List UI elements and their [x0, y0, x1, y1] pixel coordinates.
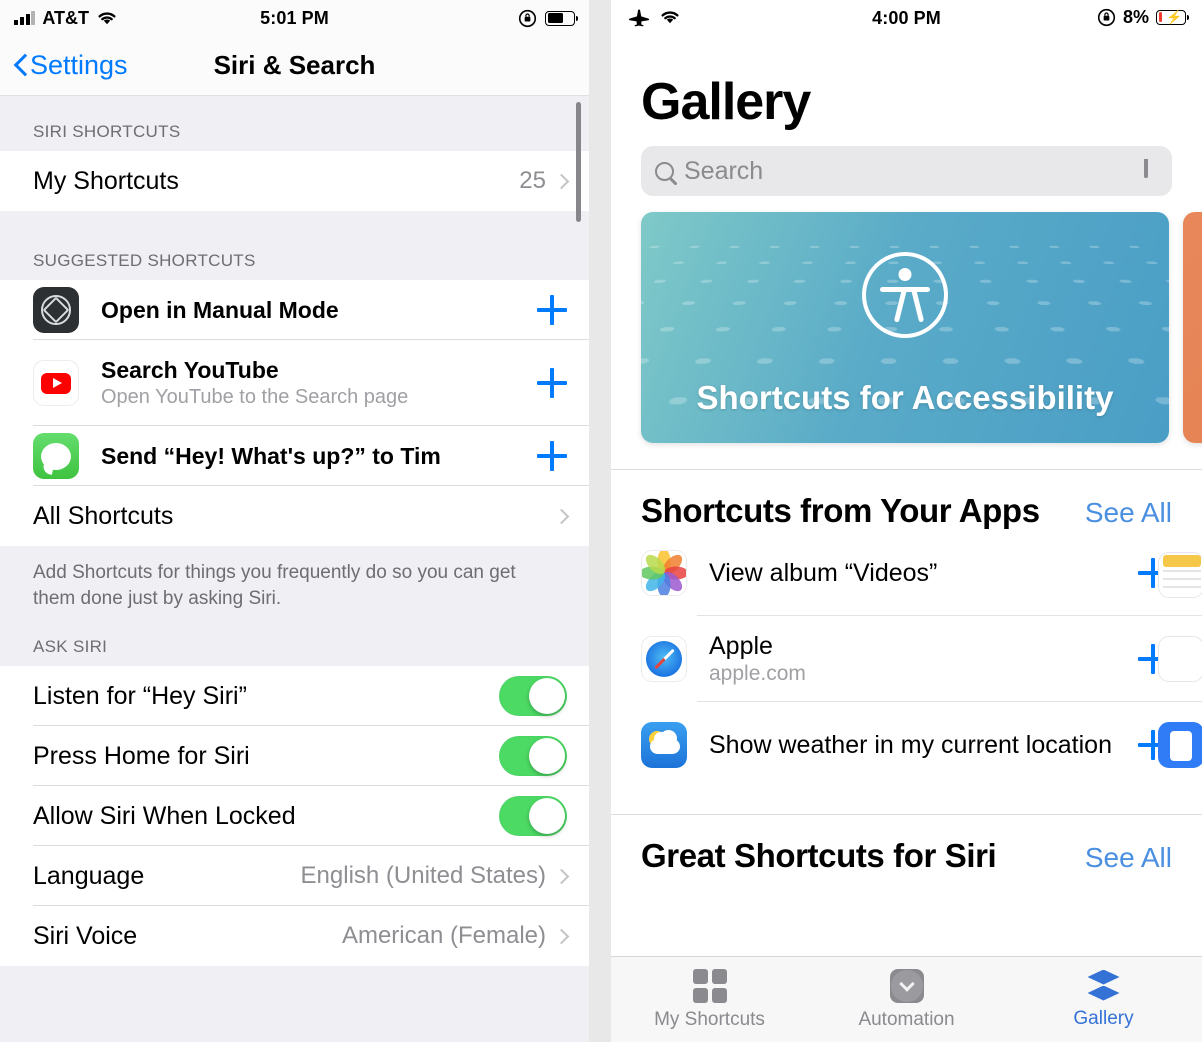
row-language-label: Language [33, 861, 145, 890]
section-title: Shortcuts from Your Apps [641, 492, 1040, 529]
grid-icon [692, 968, 727, 1003]
row-listen-for-hey-siri[interactable]: Listen for “Hey Siri” [0, 666, 589, 727]
accessibility-icon [862, 252, 948, 338]
row-press-home-for-siri[interactable]: Press Home for Siri [0, 726, 589, 787]
tab-gallery[interactable]: Gallery [1005, 969, 1202, 1030]
youtube-icon [33, 360, 79, 406]
add-shortcut-button[interactable] [537, 368, 567, 398]
tab-my-shortcuts[interactable]: My Shortcuts [611, 968, 808, 1031]
app-row-label: Apple [709, 632, 773, 660]
row-search-youtube[interactable]: Search YouTube Open YouTube to the Searc… [0, 340, 589, 426]
lightning-bolt-icon: ⚡ [1166, 9, 1183, 25]
row-siri-voice-label: Siri Voice [33, 921, 138, 950]
search-placeholder: Search [684, 156, 764, 185]
right-status-bar: 4:00 PM 8% ⚡ [611, 0, 1202, 34]
app-row-apple[interactable]: Apple apple.com [641, 616, 1202, 702]
row-open-in-manual-mode[interactable]: Open in Manual Mode [0, 280, 589, 340]
featured-card-next[interactable] [1183, 212, 1202, 443]
toggle-listen-for-hey-siri[interactable] [499, 676, 567, 717]
row-language[interactable]: Language English (United States) [0, 846, 589, 907]
photos-icon [641, 550, 687, 596]
section-header-shortcuts-from-your-apps: Shortcuts from Your Apps See All [611, 469, 1202, 530]
see-all-link[interactable]: See All [1085, 497, 1172, 529]
row-my-shortcuts[interactable]: My Shortcuts 25 [0, 151, 589, 211]
app-row-view-album-videos[interactable]: View album “Videos” [641, 530, 1202, 616]
app-row-show-weather[interactable]: Show weather in my current location [641, 702, 1202, 788]
app-row-label: Show weather in my current location [709, 730, 1112, 759]
app-row-sublabel: apple.com [709, 662, 806, 685]
scroll-indicator[interactable] [576, 102, 581, 222]
add-shortcut-button[interactable] [537, 295, 567, 325]
shortcuts-footer-note: Add Shortcuts for things you frequently … [0, 546, 589, 622]
chevron-right-icon [553, 928, 570, 945]
row-my-shortcuts-count: 25 [519, 167, 546, 194]
weather-icon [641, 722, 687, 768]
row-all-shortcuts[interactable]: All Shortcuts [0, 486, 589, 546]
rotation-lock-icon [1097, 8, 1116, 26]
app-row-label: View album “Videos” [709, 558, 938, 587]
row-send-message-tim[interactable]: Send “Hey! What's up?” to Tim [0, 426, 589, 486]
messages-icon [33, 433, 79, 479]
peek-app-icon [1158, 636, 1202, 682]
app-shortcut-list: View album “Videos” Apple apple.com Show… [611, 530, 1202, 788]
tab-automation-label: Automation [858, 1008, 955, 1030]
row-press-home-for-siri-label: Press Home for Siri [33, 741, 250, 770]
shortcuts-gallery-panel: 4:00 PM 8% ⚡ Gallery Search Shortcuts fo… [611, 0, 1202, 1042]
page-title: Siri & Search [213, 50, 376, 80]
group-header-siri-shortcuts: SIRI SHORTCUTS [0, 96, 589, 151]
section-header-great-shortcuts-for-siri: Great Shortcuts for Siri See All [611, 814, 1202, 875]
featured-card-accessibility-label: Shortcuts for Accessibility [696, 379, 1114, 416]
row-allow-siri-when-locked-label: Allow Siri When Locked [33, 801, 296, 830]
row-my-shortcuts-label: My Shortcuts [33, 166, 179, 195]
add-shortcut-button[interactable] [537, 441, 567, 471]
chevron-right-icon [553, 173, 570, 189]
row-search-youtube-label: Search YouTube [101, 357, 279, 383]
featured-cards-carousel[interactable]: Shortcuts for Accessibility [611, 196, 1202, 443]
row-open-in-manual-mode-label: Open in Manual Mode [101, 296, 339, 323]
left-clock: 5:01 PM [260, 7, 329, 28]
chevron-right-icon [553, 508, 570, 524]
battery-charging-icon: ⚡ [1156, 9, 1190, 25]
search-icon [655, 161, 674, 181]
row-language-value: English (United States) [300, 862, 546, 890]
row-listen-for-hey-siri-label: Listen for “Hey Siri” [33, 681, 247, 710]
layers-icon [1085, 969, 1123, 1002]
toggle-allow-siri-when-locked[interactable] [499, 796, 567, 837]
group-header-suggested-shortcuts: SUGGESTED SHORTCUTS [0, 211, 589, 280]
gallery-heading: Gallery [641, 73, 811, 131]
featured-card-accessibility[interactable]: Shortcuts for Accessibility [641, 212, 1169, 443]
row-search-youtube-sub: Open YouTube to the Search page [101, 386, 409, 408]
peek-app-icon [1158, 722, 1202, 768]
toggle-press-home-for-siri[interactable] [499, 736, 567, 777]
see-all-link[interactable]: See All [1085, 842, 1172, 874]
tab-automation[interactable]: Automation [808, 968, 1005, 1031]
battery-icon [545, 10, 579, 26]
section-title: Great Shortcuts for Siri [641, 837, 997, 874]
group-header-ask-siri: ASK SIRI [0, 621, 589, 667]
chevron-right-icon [553, 868, 570, 885]
peek-app-icon [1158, 552, 1202, 598]
navigation-bar: Settings Siri & Search [0, 36, 589, 96]
microphone-icon[interactable] [1144, 159, 1158, 183]
safari-icon [641, 636, 687, 682]
tab-bar: My Shortcuts Automation Gallery [611, 956, 1202, 1042]
halide-icon [33, 287, 79, 333]
left-status-bar: AT&T 5:01 PM [0, 0, 589, 36]
row-all-shortcuts-label: All Shortcuts [33, 501, 174, 530]
automation-icon [889, 968, 924, 1003]
row-siri-voice[interactable]: Siri Voice American (Female) [0, 906, 589, 967]
tab-my-shortcuts-label: My Shortcuts [654, 1008, 765, 1030]
settings-list[interactable]: SIRI SHORTCUTS My Shortcuts 25 SUGGESTED… [0, 96, 589, 1042]
battery-percentage: 8% [1122, 6, 1149, 27]
rotation-lock-icon [518, 9, 537, 27]
row-send-message-tim-label: Send “Hey! What's up?” to Tim [101, 442, 441, 469]
settings-panel: AT&T 5:01 PM Settings Siri & Search SIRI… [0, 0, 589, 1042]
row-siri-voice-value: American (Female) [341, 922, 546, 950]
row-allow-siri-when-locked[interactable]: Allow Siri When Locked [0, 786, 589, 847]
dual-phone-screenshot: AT&T 5:01 PM Settings Siri & Search SIRI… [0, 0, 1202, 1042]
tab-gallery-label: Gallery [1073, 1007, 1134, 1029]
search-input[interactable]: Search [641, 146, 1172, 196]
